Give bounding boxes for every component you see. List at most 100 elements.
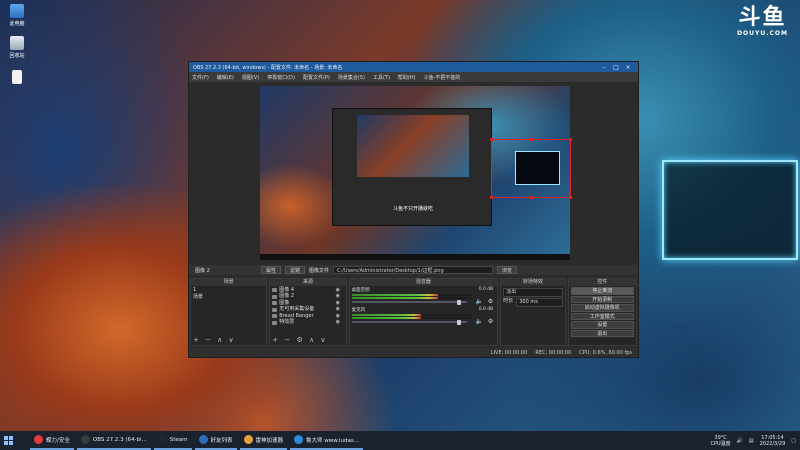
taskbar-item[interactable]: OBS 27.2.3 (64-bi... [76,431,151,450]
sources-dock-title: 来源 [270,279,346,286]
scenes-dock: 场景 1 场景 + − ∧ ∨ [190,278,268,346]
taskbar-item[interactable]: 鲁大师 www.ludas... [290,431,364,450]
properties-button[interactable]: 属性 [261,266,282,274]
speaker-icon[interactable]: 🔈 [476,318,483,325]
level-meter [351,314,472,316]
level-meter [351,297,472,299]
controls-dock: 控件 停止推流 开始录制 启动虚拟摄像机 工作室模式 设置 退出 [567,278,637,346]
windows-icon [3,436,13,445]
rec-status: REC: 00:00:00 [535,349,572,356]
image-file-label: 图像文件 [309,267,330,274]
exit-button[interactable]: 退出 [570,329,634,337]
desktop-icon-recycle-bin[interactable]: 回收站 [2,36,32,59]
duration-label: 时长 [503,298,514,304]
resize-handle[interactable] [530,196,533,199]
preview-caption: 斗鱼不只开播就吃 [393,206,434,212]
gear-icon[interactable]: ⚙ [488,318,493,325]
obs-window: OBS 27.2.3 (64-bit, windows) - 配置文件: 未命名… [188,61,639,358]
volume-slider[interactable] [351,299,467,305]
image-path-field[interactable]: C:/Users/Administrator/Desktop/1/边框.png [333,266,494,274]
preview-canvas[interactable]: 斗鱼不只开播就吃 [260,86,572,260]
menu-help[interactable]: 帮助(H) [398,74,416,81]
taskbar-item[interactable]: 好友列表 [194,431,237,450]
volume-slider[interactable] [351,319,467,325]
speaker-icon[interactable]: 🔈 [476,298,483,305]
volume-icon[interactable]: 🔊 [737,438,743,444]
virtual-camera-button[interactable]: 启动虚拟摄像机 [570,304,634,312]
mixer-track: 桌面音频 0.0 dB 🔈 ⚙ [350,286,498,306]
nested-obs-preview: 斗鱼不只开播就吃 [332,108,492,226]
accelerator-icon [243,435,253,444]
stop-streaming-button[interactable]: 停止推流 [570,287,634,295]
cpu-temp-widget[interactable]: 39°C CPU温度 [710,435,730,447]
browser-source-icon [272,314,278,319]
resize-handle[interactable] [490,196,493,199]
live-status: LIVE: 00:00:00 [490,349,528,356]
app-icon [34,435,43,444]
maximize-button[interactable]: □ [610,64,622,71]
menu-douyu[interactable]: 斗鱼-不把不能的 [424,74,461,81]
meter-fill [351,317,422,319]
level-meter [351,317,472,319]
notification-icon[interactable]: ▢ [791,438,796,444]
desktop-icon-file[interactable] [2,70,32,86]
window-title: OBS 27.2.3 (64-bit, windows) - 配置文件: 未命名… [193,64,343,71]
source-toolbar[interactable]: + − ⚙ ∧ ∨ [272,336,327,344]
taskbar-item[interactable]: 蝶力/安全 [30,431,74,450]
status-bar: LIVE: 00:00:00 REC: 00:00:00 CPU: 0.6%, … [189,348,638,357]
mixer-dock: 混音器 桌面音频 0.0 dB 🔈 ⚙ 麦克风 0.0 dB 🔈 ⚙ [348,278,499,346]
taskbar-item[interactable]: Steam [153,431,192,450]
desktop-icon-label: 此电脑 [9,21,25,27]
minimize-button[interactable]: – [598,64,610,71]
menu-scene-collection[interactable]: 场景集合(S) [338,74,365,81]
resize-handle[interactable] [569,138,572,141]
start-recording-button[interactable]: 开始录制 [570,295,634,303]
transitions-dock: 转场特效 淡出 时长 300 ms [500,278,566,346]
douyu-logo: 斗鱼 DOUYU.COM [737,5,788,38]
system-tray: 39°C CPU温度 🔊 ▤ 17:05:14 2022/3/29 ▢ [710,431,796,450]
scene-toolbar[interactable]: + − ∧ ∨ [193,336,236,344]
duration-input[interactable]: 300 ms [516,298,563,307]
menu-tools[interactable]: 工具(T) [373,74,390,81]
clock[interactable]: 17:05:14 2022/3/29 [760,435,786,447]
selected-source-box[interactable] [491,139,571,198]
close-button[interactable]: × [622,64,634,71]
taskbar-item[interactable]: 雷神加速器 [239,431,288,450]
desktop-icon-computer[interactable]: 此电脑 [2,4,32,27]
recycle-bin-icon [10,36,24,50]
resize-handle[interactable] [490,138,493,141]
volume-knob[interactable] [457,319,462,325]
resize-handle[interactable] [569,196,572,199]
browse-button[interactable]: 浏览 [497,266,518,274]
track-db: 0.0 dB [478,287,494,292]
volume-knob[interactable] [457,299,462,305]
settings-button[interactable]: 设置 [570,321,634,329]
menu-file[interactable]: 文件(F) [192,74,209,81]
menu-edit[interactable]: 编辑(E) [217,74,234,81]
nested-preview-image [357,115,469,177]
meter-fill [351,294,438,296]
studio-mode-button[interactable]: 工作室模式 [570,312,634,320]
sources-dock: 来源 图像 4 ◉ 图像 2 ◉ 图像 ◉ 无可用采集设备 ◉ Bread Banger… [269,278,347,346]
desktop-icon-label: 回收站 [9,53,25,59]
network-icon[interactable]: ▤ [749,438,754,444]
transition-select[interactable]: 淡出 [503,288,563,297]
preview-taskbar [260,254,570,260]
image-source-icon [272,301,278,306]
steam-icon [157,435,167,444]
menu-view[interactable]: 视图(V) [242,74,259,81]
source-item[interactable]: 特效层 ◉ [272,319,344,327]
menu-docks[interactable]: 停靠窗口(D) [267,74,295,81]
resize-handle[interactable] [530,138,533,141]
ludashi-icon [294,435,304,444]
gear-icon[interactable]: ⚙ [488,298,493,305]
scene-item[interactable]: 1 [193,287,264,294]
filters-button[interactable]: 滤镜 [285,266,306,274]
scene-item[interactable]: 场景 [193,294,264,301]
image-source-icon [272,320,278,325]
menu-profile[interactable]: 配置文件(P) [303,74,330,81]
obs-title-bar: OBS 27.2.3 (64-bit, windows) - 配置文件: 未命名… [189,62,638,72]
computer-icon [10,4,24,18]
eye-icon[interactable]: ◉ [336,319,344,326]
start-button[interactable] [0,431,16,450]
